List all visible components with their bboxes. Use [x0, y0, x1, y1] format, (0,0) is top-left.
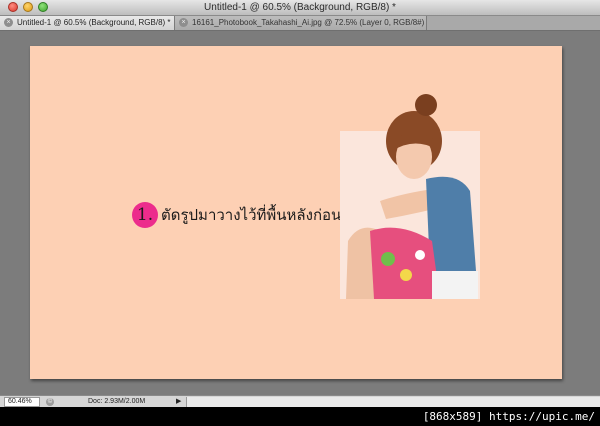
- pasted-photo-layer[interactable]: [340, 91, 480, 299]
- status-bar: 60.46% © Doc: 2.93M/2.00M ▶: [0, 395, 600, 407]
- zoom-level-field[interactable]: 60.46%: [4, 397, 40, 407]
- step-instruction-text: ตัดรูปมาวางไว้ที่พื้นหลังก่อน: [161, 206, 342, 224]
- tab-label: Untitled-1 @ 60.5% (Background, RGB/8) *: [17, 18, 171, 27]
- step-number-badge: 1.: [132, 202, 158, 228]
- close-tab-icon[interactable]: ×: [179, 18, 188, 27]
- window-title: Untitled-1 @ 60.5% (Background, RGB/8) *: [204, 2, 396, 13]
- status-menu-arrow-icon[interactable]: ▶: [176, 396, 181, 407]
- close-tab-icon[interactable]: ×: [4, 18, 13, 27]
- title-bar[interactable]: Untitled-1 @ 60.5% (Background, RGB/8) *: [0, 0, 600, 16]
- document-canvas[interactable]: 1. ตัดรูปมาวางไว้ที่พื้นหลังก่อน: [30, 46, 562, 379]
- tab-label: 16161_Photobook_Takahashi_Ai.jpg @ 72.5%…: [192, 18, 427, 27]
- tab-photobook[interactable]: × 16161_Photobook_Takahashi_Ai.jpg @ 72.…: [175, 16, 427, 30]
- info-icon[interactable]: ©: [46, 398, 54, 406]
- horizontal-scrollbar[interactable]: [186, 397, 600, 407]
- document-size-info: Doc: 2.93M/2.00M: [88, 398, 146, 405]
- tab-untitled-1[interactable]: × Untitled-1 @ 60.5% (Background, RGB/8)…: [0, 16, 175, 30]
- image-source-watermark: [868x589] https://upic.me/: [422, 410, 595, 423]
- photoshop-window: Untitled-1 @ 60.5% (Background, RGB/8) *…: [0, 0, 600, 407]
- document-tab-bar: × Untitled-1 @ 60.5% (Background, RGB/8)…: [0, 16, 600, 31]
